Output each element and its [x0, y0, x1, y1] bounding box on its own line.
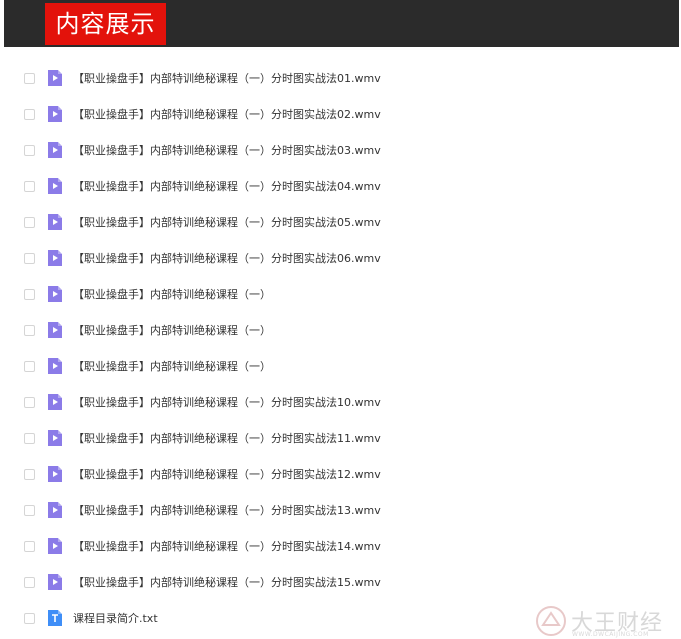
video-file-icon — [47, 357, 63, 375]
video-file-icon — [47, 321, 63, 339]
file-name[interactable]: 【职业操盘手】内部特训绝秘课程（一）分时图实战法12.wmv — [73, 466, 381, 482]
watermark-subtext: WWW.DWCAIJING.COM — [572, 631, 649, 638]
file-name[interactable]: 【职业操盘手】内部特训绝秘课程（一）分时图实战法03.wmv — [73, 142, 381, 158]
file-name[interactable]: 【职业操盘手】内部特训绝秘课程（一）分时图实战法13.wmv — [73, 502, 381, 518]
file-name[interactable]: 【职业操盘手】内部特训绝秘课程（一） — [73, 358, 271, 374]
file-checkbox[interactable] — [24, 468, 35, 480]
file-name[interactable]: 课程目录简介.txt — [73, 610, 158, 626]
file-row[interactable]: 【职业操盘手】内部特训绝秘课程（一） — [0, 348, 681, 384]
text-file-icon — [47, 609, 63, 627]
header-bar: 内容展示 — [4, 0, 679, 47]
video-file-icon — [47, 429, 63, 447]
file-name[interactable]: 【职业操盘手】内部特训绝秘课程（一）分时图实战法14.wmv — [73, 538, 381, 554]
file-row[interactable]: 【职业操盘手】内部特训绝秘课程（一）分时图实战法11.wmv — [0, 420, 681, 456]
video-file-icon — [47, 573, 63, 591]
file-checkbox[interactable] — [24, 252, 35, 264]
file-name[interactable]: 【职业操盘手】内部特训绝秘课程（一）分时图实战法11.wmv — [73, 430, 381, 446]
file-name[interactable]: 【职业操盘手】内部特训绝秘课程（一） — [73, 322, 271, 338]
file-checkbox[interactable] — [24, 504, 35, 516]
file-row[interactable]: 【职业操盘手】内部特训绝秘课程（一）分时图实战法01.wmv — [0, 60, 681, 96]
video-file-icon — [47, 393, 63, 411]
file-row[interactable]: 【职业操盘手】内部特训绝秘课程（一）分时图实战法02.wmv — [0, 96, 681, 132]
file-checkbox[interactable] — [24, 432, 35, 444]
file-checkbox[interactable] — [24, 576, 35, 588]
file-row[interactable]: 【职业操盘手】内部特训绝秘课程（一）分时图实战法10.wmv — [0, 384, 681, 420]
video-file-icon — [47, 177, 63, 195]
file-checkbox[interactable] — [24, 396, 35, 408]
file-name[interactable]: 【职业操盘手】内部特训绝秘课程（一）分时图实战法04.wmv — [73, 178, 381, 194]
video-file-icon — [47, 105, 63, 123]
file-checkbox[interactable] — [24, 288, 35, 300]
file-checkbox[interactable] — [24, 360, 35, 372]
file-name[interactable]: 【职业操盘手】内部特训绝秘课程（一）分时图实战法02.wmv — [73, 106, 381, 122]
file-row[interactable]: 【职业操盘手】内部特训绝秘课程（一）分时图实战法05.wmv — [0, 204, 681, 240]
file-name[interactable]: 【职业操盘手】内部特训绝秘课程（一）分时图实战法06.wmv — [73, 250, 381, 266]
file-row[interactable]: 【职业操盘手】内部特训绝秘课程（一）分时图实战法12.wmv — [0, 456, 681, 492]
video-file-icon — [47, 213, 63, 231]
file-checkbox[interactable] — [24, 72, 35, 84]
watermark-logo: 大王财经 WWW.DWCAIJING.COM — [531, 603, 681, 639]
file-checkbox[interactable] — [24, 180, 35, 192]
file-checkbox[interactable] — [24, 612, 35, 624]
file-name[interactable]: 【职业操盘手】内部特训绝秘课程（一） — [73, 286, 271, 302]
file-row[interactable]: 【职业操盘手】内部特训绝秘课程（一） — [0, 276, 681, 312]
file-row[interactable]: 【职业操盘手】内部特训绝秘课程（一）分时图实战法13.wmv — [0, 492, 681, 528]
file-row[interactable]: 【职业操盘手】内部特训绝秘课程（一） — [0, 312, 681, 348]
file-checkbox[interactable] — [24, 108, 35, 120]
file-row[interactable]: 【职业操盘手】内部特训绝秘课程（一）分时图实战法03.wmv — [0, 132, 681, 168]
file-checkbox[interactable] — [24, 324, 35, 336]
watermark-emblem-icon — [536, 606, 566, 636]
video-file-icon — [47, 501, 63, 519]
file-checkbox[interactable] — [24, 216, 35, 228]
file-row[interactable]: 【职业操盘手】内部特训绝秘课程（一）分时图实战法06.wmv — [0, 240, 681, 276]
video-file-icon — [47, 141, 63, 159]
file-name[interactable]: 【职业操盘手】内部特训绝秘课程（一）分时图实战法01.wmv — [73, 70, 381, 86]
file-checkbox[interactable] — [24, 144, 35, 156]
file-name[interactable]: 【职业操盘手】内部特训绝秘课程（一）分时图实战法15.wmv — [73, 574, 381, 590]
file-row[interactable]: 【职业操盘手】内部特训绝秘课程（一）分时图实战法04.wmv — [0, 168, 681, 204]
video-file-icon — [47, 537, 63, 555]
file-name[interactable]: 【职业操盘手】内部特训绝秘课程（一）分时图实战法05.wmv — [73, 214, 381, 230]
video-file-icon — [47, 465, 63, 483]
page-title: 内容展示 — [45, 3, 166, 45]
video-file-icon — [47, 285, 63, 303]
file-row[interactable]: 【职业操盘手】内部特训绝秘课程（一）分时图实战法14.wmv — [0, 528, 681, 564]
file-row[interactable]: 【职业操盘手】内部特训绝秘课程（一）分时图实战法15.wmv — [0, 564, 681, 600]
file-name[interactable]: 【职业操盘手】内部特训绝秘课程（一）分时图实战法10.wmv — [73, 394, 381, 410]
file-checkbox[interactable] — [24, 540, 35, 552]
video-file-icon — [47, 69, 63, 87]
video-file-icon — [47, 249, 63, 267]
